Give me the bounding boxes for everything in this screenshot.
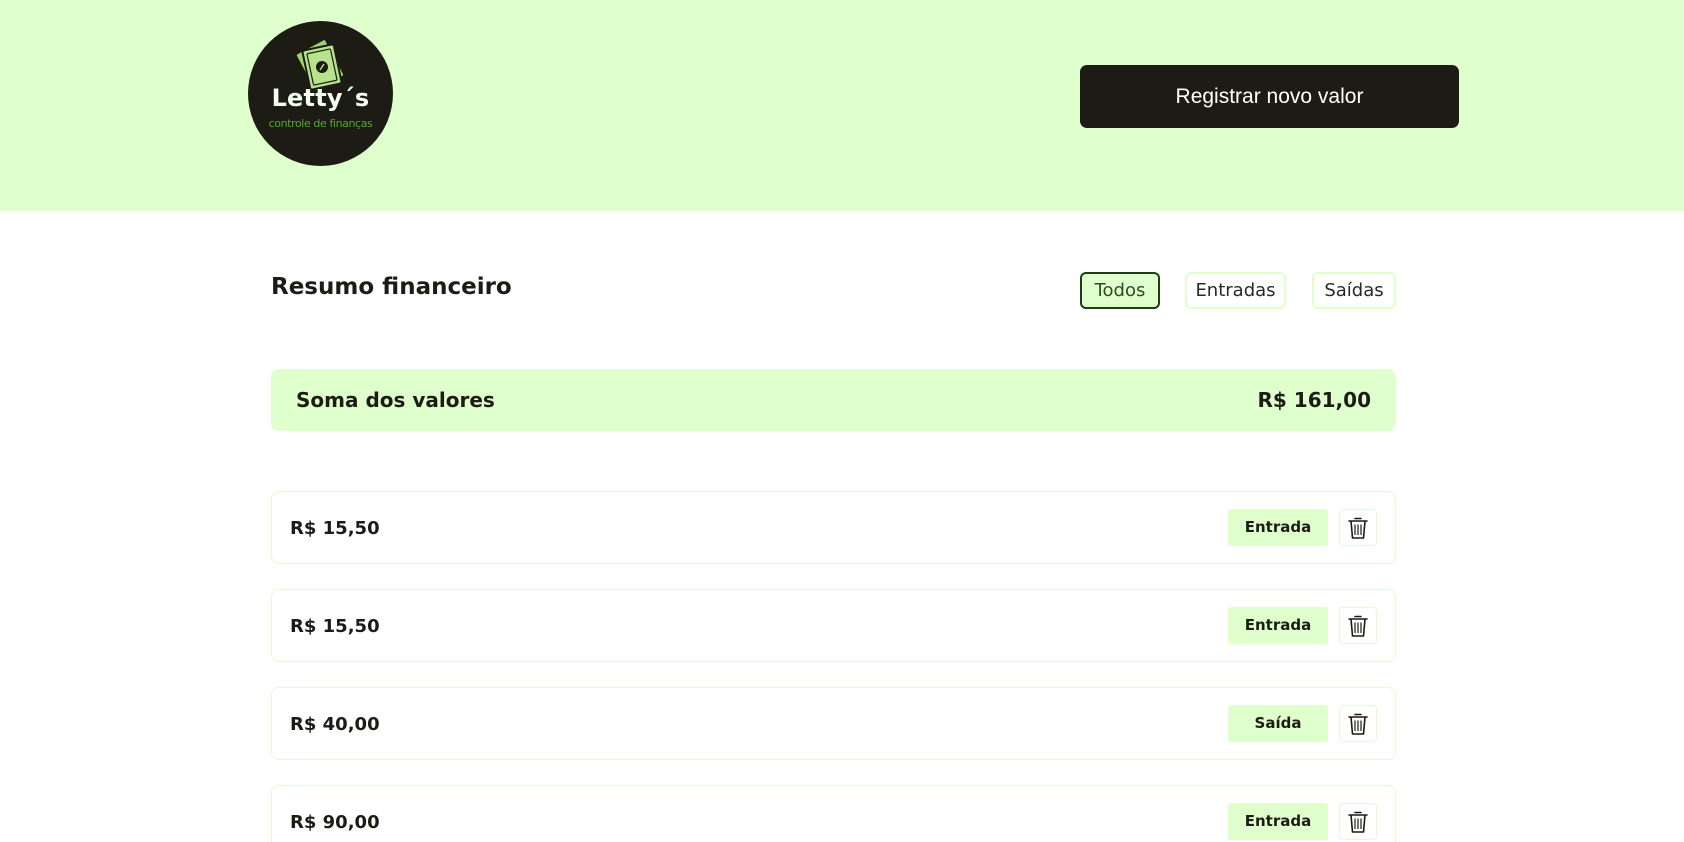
entry-value: R$ 90,00 bbox=[290, 812, 380, 833]
total-value: R$ 161,00 bbox=[1257, 388, 1371, 412]
list-item: R$ 90,00 Entrada bbox=[271, 785, 1396, 842]
trash-icon bbox=[1348, 713, 1368, 735]
entry-type-badge: Entrada bbox=[1228, 803, 1328, 840]
entry-type-badge: Entrada bbox=[1228, 509, 1328, 546]
delete-entry-button[interactable] bbox=[1339, 607, 1377, 644]
logo: Letty´s controle de finanças bbox=[248, 21, 393, 166]
logo-subtitle: controle de finanças bbox=[268, 117, 373, 130]
delete-entry-button[interactable] bbox=[1339, 509, 1377, 546]
delete-entry-button[interactable] bbox=[1339, 803, 1377, 840]
list-item: R$ 15,50 Entrada bbox=[271, 589, 1396, 662]
register-new-value-button[interactable]: Registrar novo valor bbox=[1080, 65, 1459, 128]
total-label: Soma dos valores bbox=[296, 388, 495, 412]
entry-value: R$ 15,50 bbox=[290, 518, 380, 539]
trash-icon bbox=[1348, 517, 1368, 539]
trash-icon bbox=[1348, 615, 1368, 637]
filter-expense-button[interactable]: Saídas bbox=[1312, 272, 1396, 309]
logo-name: Letty´s bbox=[271, 84, 370, 112]
page-title: Resumo financeiro bbox=[271, 274, 512, 300]
trash-icon bbox=[1348, 811, 1368, 833]
entry-value: R$ 15,50 bbox=[290, 616, 380, 637]
entry-type-badge: Saída bbox=[1228, 705, 1328, 742]
delete-entry-button[interactable] bbox=[1339, 705, 1377, 742]
entries-list: R$ 15,50 Entrada R$ 15,50 Entrada R$ 40,… bbox=[271, 491, 1396, 842]
list-item: R$ 15,50 Entrada bbox=[271, 491, 1396, 564]
entry-value: R$ 40,00 bbox=[290, 714, 380, 735]
list-item: R$ 40,00 Saída bbox=[271, 687, 1396, 760]
filter-all-button[interactable]: Todos bbox=[1080, 272, 1160, 309]
header: Letty´s controle de finanças Registrar n… bbox=[0, 0, 1684, 211]
entry-type-badge: Entrada bbox=[1228, 607, 1328, 644]
filter-income-button[interactable]: Entradas bbox=[1185, 272, 1286, 309]
total-summary-card: Soma dos valores R$ 161,00 bbox=[271, 369, 1396, 431]
